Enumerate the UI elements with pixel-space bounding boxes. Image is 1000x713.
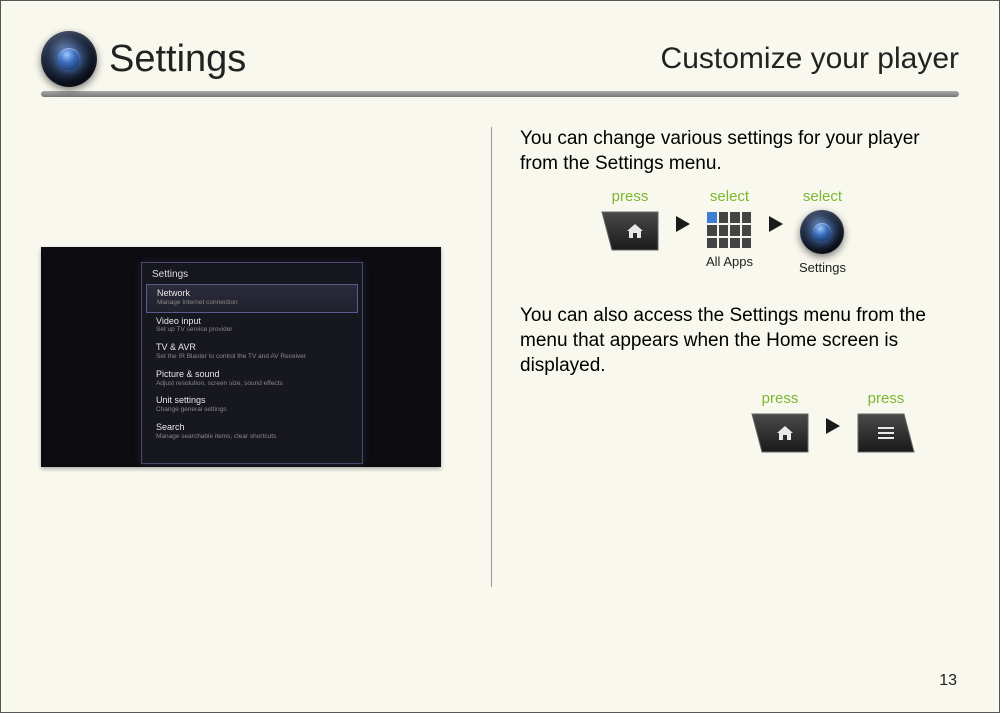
screenshot-item-sub: Manage searchable items, clear shortcuts bbox=[156, 433, 352, 441]
page-subtitle: Customize your player bbox=[661, 42, 959, 76]
screenshot-item-title: Search bbox=[156, 422, 352, 433]
intro-text: You can change various settings for your… bbox=[520, 127, 959, 176]
screenshot-list-item: Picture & soundAdjust resolution, screen… bbox=[142, 366, 362, 393]
nav-sequence-1: press bbox=[520, 188, 959, 276]
screenshot-item-sub: Manage Internet connection bbox=[157, 299, 347, 307]
settings-screenshot: Settings NetworkManage Internet connecti… bbox=[41, 247, 441, 467]
screenshot-item-title: Picture & sound bbox=[156, 369, 352, 380]
screenshot-item-title: TV & AVR bbox=[156, 342, 352, 353]
screenshot-list-item: NetworkManage Internet connection bbox=[146, 284, 358, 313]
screenshot-list-item: SearchManage searchable items, clear sho… bbox=[142, 419, 362, 446]
all-apps-caption: All Apps bbox=[706, 254, 753, 270]
intro-text-2: You can also access the Settings menu fr… bbox=[520, 304, 959, 378]
settings-orb-icon bbox=[800, 210, 844, 254]
screenshot-item-title: Video input bbox=[156, 316, 352, 327]
arrow-icon bbox=[674, 214, 692, 234]
screenshot-item-sub: Set the IR Blaster to control the TV and… bbox=[156, 353, 352, 361]
screenshot-panel-title: Settings bbox=[142, 263, 362, 284]
home-button-icon bbox=[750, 412, 810, 454]
arrow-icon bbox=[767, 214, 785, 234]
press-label: press bbox=[868, 390, 905, 408]
screenshot-item-sub: Set up TV service provider bbox=[156, 326, 352, 334]
page-header: Settings Customize your player bbox=[41, 31, 959, 87]
press-label: press bbox=[762, 390, 799, 408]
page-number: 13 bbox=[939, 672, 957, 690]
settings-caption: Settings bbox=[799, 260, 846, 276]
menu-button-icon bbox=[856, 412, 916, 454]
press-label: press bbox=[612, 188, 649, 206]
settings-orb-icon bbox=[41, 31, 97, 87]
screenshot-list-item: TV & AVRSet the IR Blaster to control th… bbox=[142, 339, 362, 366]
screenshot-item-title: Network bbox=[157, 288, 347, 299]
select-label: select bbox=[710, 188, 749, 206]
screenshot-list-item: Unit settingsChange general settings bbox=[142, 392, 362, 419]
page-title: Settings bbox=[109, 38, 246, 81]
arrow-icon bbox=[824, 416, 842, 436]
header-divider bbox=[41, 91, 959, 97]
screenshot-item-title: Unit settings bbox=[156, 395, 352, 406]
home-button-icon bbox=[600, 210, 660, 252]
screenshot-list-item: Video inputSet up TV service provider bbox=[142, 313, 362, 340]
select-label: select bbox=[803, 188, 842, 206]
screenshot-item-sub: Adjust resolution, screen size, sound ef… bbox=[156, 380, 352, 388]
screenshot-item-sub: Change general settings bbox=[156, 406, 352, 414]
nav-sequence-2: press press bbox=[520, 390, 959, 454]
all-apps-icon bbox=[707, 212, 751, 248]
